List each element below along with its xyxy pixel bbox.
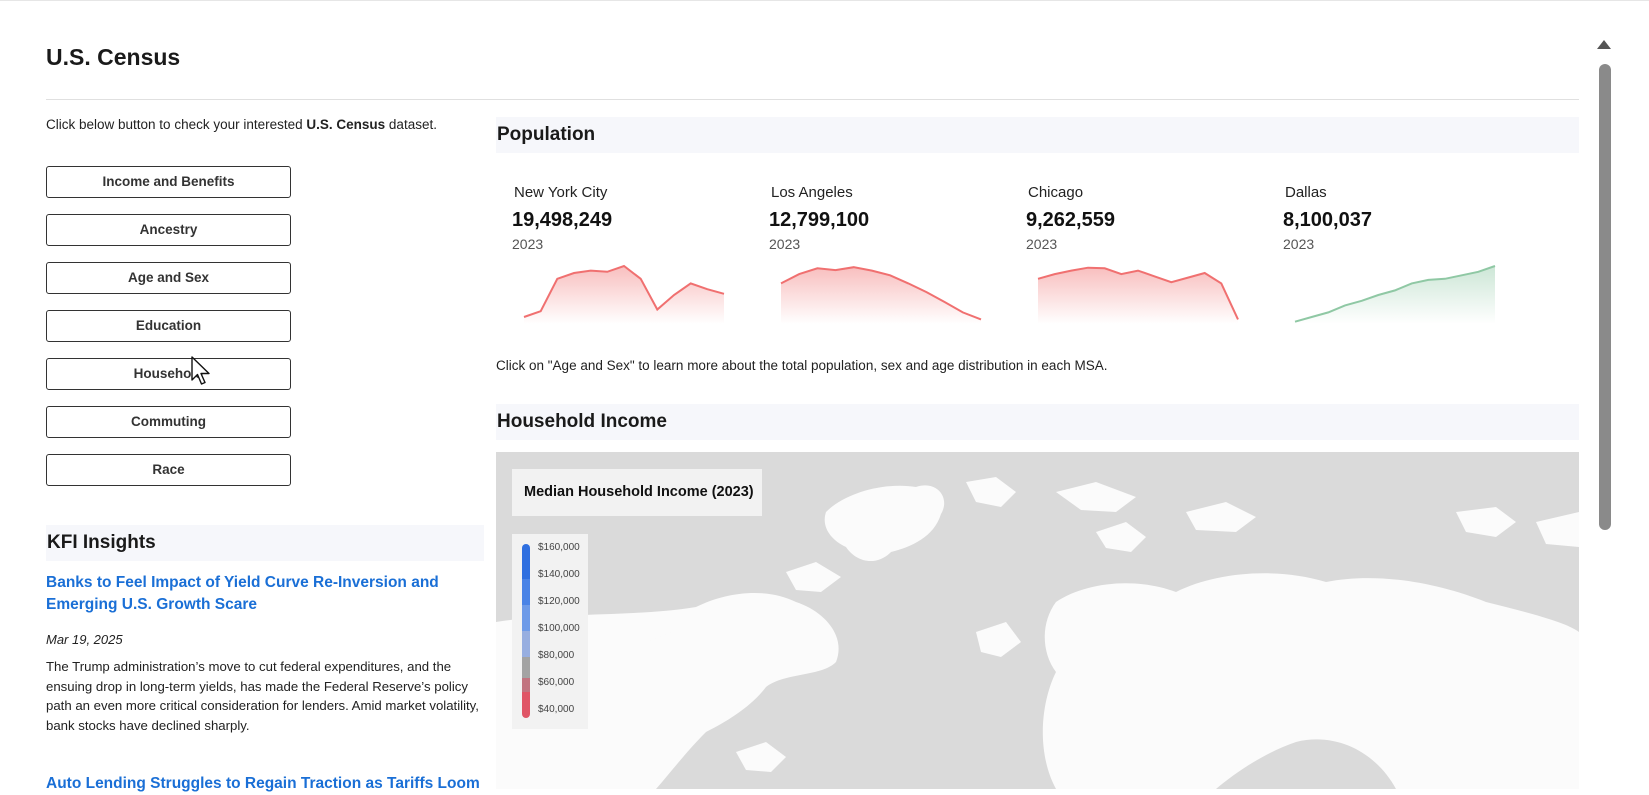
population-heading: Population: [496, 117, 1579, 153]
metric-city: Chicago: [1028, 184, 1084, 201]
metric-card-chicago: Chicago 9,262,559 2023: [1026, 184, 1256, 252]
legend-swatch: [522, 544, 530, 579]
ancestry-button[interactable]: Ancestry: [46, 214, 291, 246]
legend-swatch: [522, 630, 530, 658]
article-summary: The Trump administration’s move to cut f…: [46, 659, 479, 733]
metric-year: 2023: [769, 236, 801, 252]
mouse-cursor-icon: [191, 356, 210, 385]
sparkline-new-york: [523, 264, 725, 324]
metric-value: 19,498,249: [512, 209, 613, 231]
population-note: Click on "Age and Sex" to learn more abo…: [496, 358, 1108, 373]
sparkline-chicago: [1037, 266, 1239, 324]
legend-label: $40,000: [538, 704, 575, 715]
education-button[interactable]: Education: [46, 310, 291, 342]
page-title: U.S. Census: [46, 44, 181, 70]
metric-value: 12,799,100: [769, 209, 870, 231]
legend-label: $140,000: [538, 569, 580, 580]
article-title-link-2[interactable]: Auto Lending Struggles to Regain Tractio…: [46, 773, 484, 795]
income-legend: $160,000 $140,000 $120,000 $100,000 $80,…: [512, 534, 588, 729]
legend-label: $160,000: [538, 542, 580, 553]
article-title-link[interactable]: Banks to Feel Impact of Yield Curve Re-I…: [46, 572, 484, 616]
legend-label: $60,000: [538, 677, 575, 688]
metric-value: 8,100,037: [1283, 209, 1372, 231]
sparkline-area: [524, 266, 724, 324]
intro-suffix: dataset.: [385, 117, 437, 132]
metric-city: Los Angeles: [771, 184, 853, 201]
metric-year: 2023: [512, 236, 544, 252]
dataset-button-group: Income and Benefits Ancestry Age and Sex…: [46, 166, 291, 502]
legend-swatch: [522, 657, 530, 678]
kfi-insights-heading: KFI Insights: [46, 525, 484, 561]
income-map[interactable]: Median Household Income (2023) $160,000 …: [496, 452, 1579, 789]
intro-bold: U.S. Census: [306, 117, 386, 132]
legend-swatch: [522, 604, 530, 631]
legend-label: $80,000: [538, 650, 575, 661]
household-button[interactable]: Household: [46, 358, 291, 390]
intro-text: Click below button to check your interes…: [46, 117, 437, 132]
sparkline-area: [781, 267, 981, 324]
legend-swatch: [522, 578, 530, 605]
map-title: Median Household Income (2023): [512, 469, 762, 516]
metric-year: 2023: [1283, 236, 1315, 252]
intro-prefix: Click below button to check your interes…: [46, 117, 307, 132]
legend-label: $120,000: [538, 596, 580, 607]
title-divider: [46, 99, 1579, 100]
sparkline-dallas: [1294, 265, 1496, 324]
top-border: [0, 0, 1649, 1]
legend-label: $100,000: [538, 623, 580, 634]
age-and-sex-button[interactable]: Age and Sex: [46, 262, 291, 294]
legend-color-bar: [522, 544, 530, 718]
income-and-benefits-button[interactable]: Income and Benefits: [46, 166, 291, 198]
metric-city: New York City: [514, 184, 608, 201]
commuting-button[interactable]: Commuting: [46, 406, 291, 438]
legend-swatch: [522, 677, 530, 692]
household-income-heading: Household Income: [496, 404, 1579, 440]
race-button[interactable]: Race: [46, 454, 291, 486]
metric-year: 2023: [1026, 236, 1058, 252]
metric-city: Dallas: [1285, 184, 1327, 201]
scrollbar-thumb[interactable]: [1599, 64, 1611, 530]
scroll-up-arrow-icon[interactable]: [1597, 40, 1611, 49]
article-date: Mar 19, 2025: [46, 632, 123, 647]
sparkline-los-angeles: [780, 266, 982, 324]
metric-value: 9,262,559: [1026, 209, 1115, 231]
metric-card-dallas: Dallas 8,100,037 2023: [1283, 184, 1513, 252]
metric-card-new-york: New York City 19,498,249 2023: [512, 184, 742, 252]
legend-swatch: [522, 691, 530, 718]
metric-card-los-angeles: Los Angeles 12,799,100 2023: [769, 184, 999, 252]
